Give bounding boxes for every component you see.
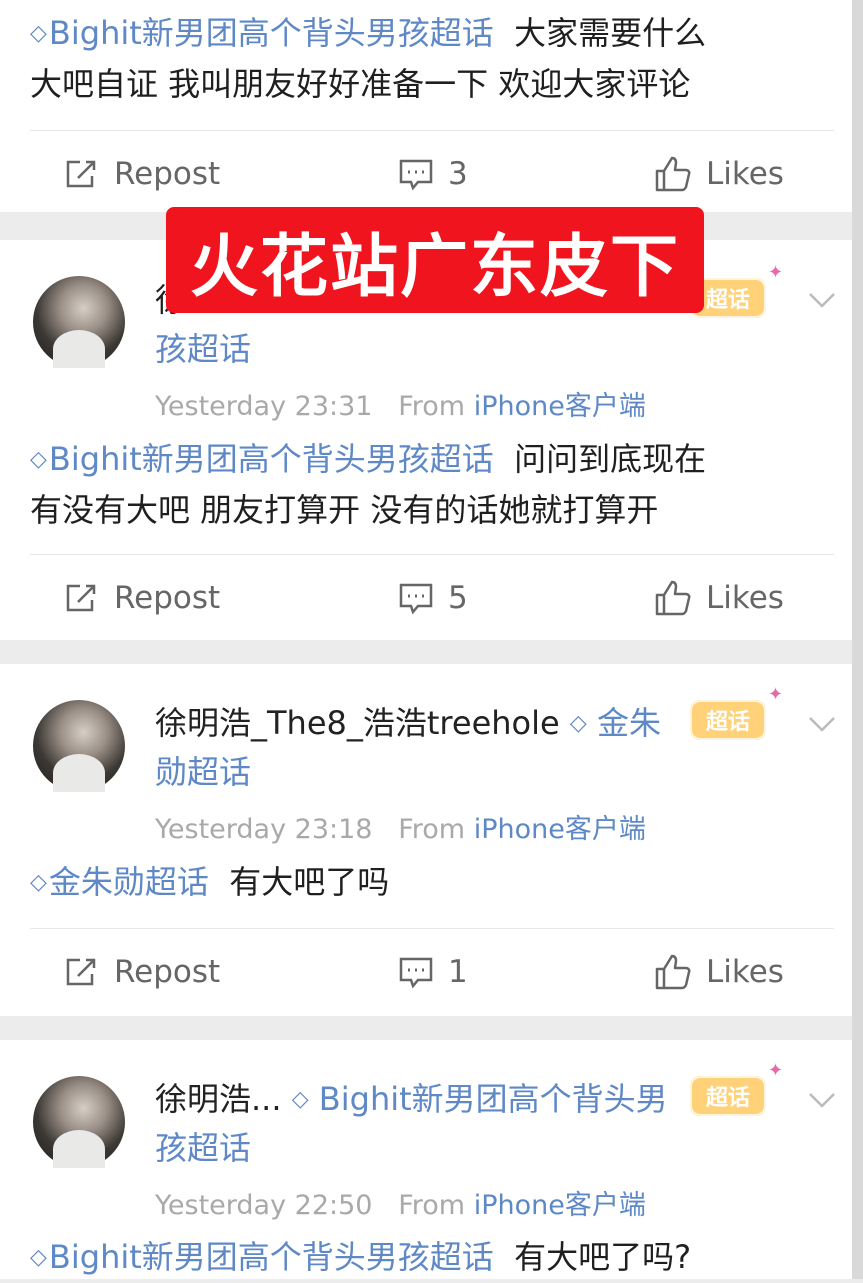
sparkle-icon: ✦: [768, 684, 784, 705]
divider: [30, 928, 834, 929]
username[interactable]: 徐明浩_The8_浩浩treehole ◇ 金朱: [155, 698, 661, 749]
avatar[interactable]: [33, 276, 125, 368]
divider: [30, 130, 834, 131]
username[interactable]: 徐明浩... ◇ Bighit新男团高个背头男: [155, 1074, 668, 1125]
post-card-4: 徐明浩... ◇ Bighit新男团高个背头男 孩超话 超话 ✦ Yesterd…: [0, 1040, 852, 1279]
repost-button[interactable]: Repost: [64, 144, 220, 204]
client-source: iPhone客户端: [473, 814, 646, 845]
comment-icon: [399, 957, 433, 989]
username-topic-line[interactable]: 孩超话: [155, 1123, 251, 1173]
post-meta: Yesterday 23:31 From iPhone客户端: [155, 391, 646, 422]
post-body: ◇金朱勋超话 有大吧了吗: [30, 863, 390, 901]
username-topic-link[interactable]: ◇ 金朱: [570, 704, 661, 742]
post-body: ◇Bighit新男团高个背头男孩超话 有大吧了吗?: [30, 1238, 692, 1276]
diamond-icon: ◇: [30, 870, 47, 895]
diamond-icon: ◇: [30, 1245, 47, 1270]
action-bar: Repost 3 Likes: [0, 144, 852, 204]
post-body: ◇Bighit新男团高个背头男孩超话 问问到底现在 有没有大吧 朋友打算开 没有…: [30, 440, 707, 529]
post-text: 大吧自证 我叫朋友好好准备一下 欢迎大家评论: [30, 65, 691, 103]
like-button[interactable]: Likes: [654, 144, 784, 204]
topic-link[interactable]: ◇金朱勋超话: [30, 863, 209, 901]
comment-icon: [399, 583, 433, 615]
thumbs-up-icon: [655, 156, 691, 192]
post-meta: Yesterday 23:18 From iPhone客户端: [155, 814, 646, 845]
repost-button[interactable]: Repost: [64, 942, 220, 1002]
like-button[interactable]: Likes: [654, 942, 784, 1002]
repost-icon: [66, 160, 96, 188]
action-bar: Repost 5 Likes: [0, 568, 852, 628]
post-meta: Yesterday 22:50 From iPhone客户端: [155, 1190, 646, 1221]
comment-button[interactable]: 1: [398, 942, 468, 1002]
chevron-down-icon[interactable]: [804, 1082, 840, 1118]
topic-link[interactable]: ◇Bighit新男团高个背头男孩超话: [30, 440, 494, 478]
comment-button[interactable]: 3: [398, 144, 468, 204]
username-topic-link[interactable]: ◇ Bighit新男团高个背头男: [292, 1080, 668, 1118]
client-source: iPhone客户端: [473, 391, 646, 422]
post-text: 有没有大吧 朋友打算开 没有的话她就打算开: [30, 491, 659, 529]
avatar[interactable]: [33, 1076, 125, 1168]
super-topic-badge: 超话: [690, 700, 766, 740]
comment-button[interactable]: 5: [398, 568, 468, 628]
thumbs-up-icon: [655, 954, 691, 990]
post-card-3: 徐明浩_The8_浩浩treehole ◇ 金朱 勋超话 超话 ✦ Yester…: [0, 664, 852, 1016]
post-body: ◇Bighit新男团高个背头男孩超话 大家需要什么 大吧自证 我叫朋友好好准备一…: [30, 14, 707, 103]
diamond-icon: ◇: [291, 1087, 309, 1112]
chevron-down-icon[interactable]: [804, 282, 840, 318]
comment-icon: [399, 159, 433, 191]
action-bar: Repost 1 Likes: [0, 942, 852, 1002]
username-topic-line[interactable]: 孩超话: [155, 324, 251, 374]
sparkle-icon: ✦: [768, 262, 784, 283]
avatar[interactable]: [33, 700, 125, 792]
sparkle-icon: ✦: [768, 1060, 784, 1081]
diamond-icon: ◇: [569, 711, 587, 736]
client-source: iPhone客户端: [473, 1190, 646, 1221]
repost-button[interactable]: Repost: [64, 568, 220, 628]
repost-icon: [66, 958, 96, 986]
like-button[interactable]: Likes: [654, 568, 784, 628]
post-card-1: ◇Bighit新男团高个背头男孩超话 大家需要什么 大吧自证 我叫朋友好好准备一…: [0, 0, 852, 212]
diamond-icon: ◇: [30, 447, 47, 472]
scroll-edge: [852, 0, 863, 1279]
super-topic-badge: 超话: [690, 1076, 766, 1116]
repost-icon: [66, 584, 96, 612]
thumbs-up-icon: [655, 580, 691, 616]
watermark-banner: 火花站广东皮下: [166, 207, 704, 313]
divider: [30, 554, 834, 555]
username-topic-line[interactable]: 勋超话: [155, 747, 251, 797]
chevron-down-icon[interactable]: [804, 706, 840, 742]
diamond-icon: ◇: [30, 21, 47, 46]
topic-link[interactable]: ◇Bighit新男团高个背头男孩超话: [30, 14, 494, 52]
topic-link[interactable]: ◇Bighit新男团高个背头男孩超话: [30, 1238, 494, 1276]
